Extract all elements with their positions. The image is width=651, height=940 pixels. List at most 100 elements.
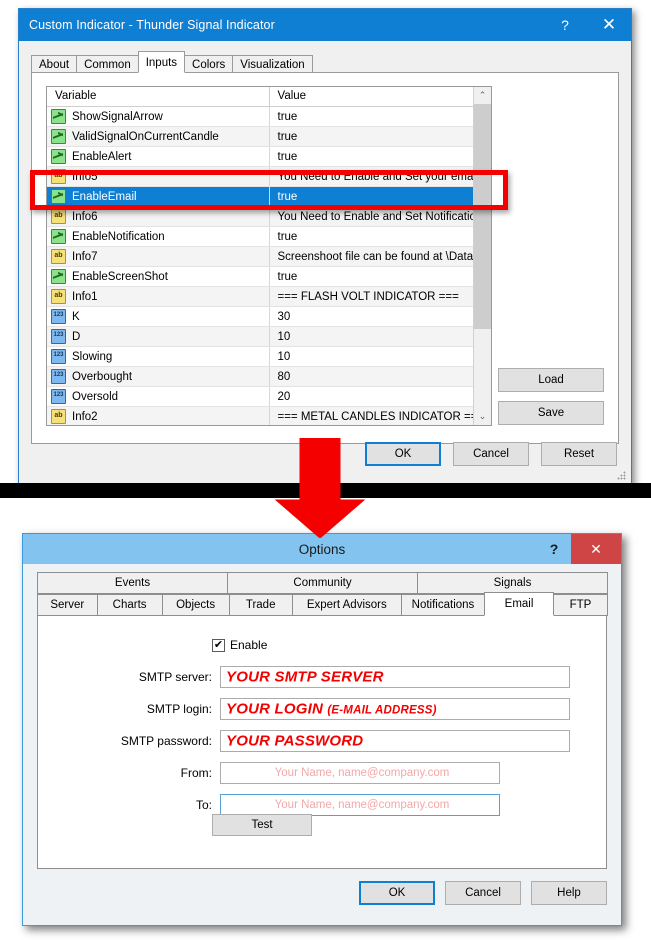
tab-email[interactable]: Email bbox=[484, 592, 554, 616]
tab-trade[interactable]: Trade bbox=[228, 594, 293, 616]
value-cell[interactable]: 10 bbox=[269, 346, 491, 367]
annotation-suffix: (E-MAIL ADDRESS) bbox=[327, 704, 437, 717]
table-row[interactable]: ShowSignalArrow true bbox=[47, 106, 491, 127]
enable-checkbox-row[interactable]: ✔ Enable bbox=[212, 638, 606, 652]
tab-visualization[interactable]: Visualization bbox=[232, 55, 313, 73]
variable-cell[interactable]: ab Info7 bbox=[47, 246, 270, 267]
table-row[interactable]: ab Info2 === METAL CANDLES INDICATOR === bbox=[47, 406, 491, 425]
help-button[interactable]: Help bbox=[531, 881, 607, 905]
value-cell[interactable]: 30 bbox=[269, 306, 491, 327]
close-icon[interactable]: ✕ bbox=[571, 534, 621, 564]
variable-name: EnableScreenShot bbox=[72, 270, 168, 283]
indicator-titlebar-buttons: ? ✕ bbox=[543, 9, 631, 41]
variable-cell[interactable]: 123 K bbox=[47, 306, 270, 327]
table-row[interactable]: 123 D 10 bbox=[47, 326, 491, 347]
table-row[interactable]: ab Info7 Screenshoot file can be found at … bbox=[47, 246, 491, 267]
variable-cell[interactable]: EnableScreenShot bbox=[47, 266, 270, 287]
tab-inputs[interactable]: Inputs bbox=[137, 51, 186, 73]
indicator-footer-buttons: OK Cancel Reset bbox=[365, 442, 617, 466]
table-row[interactable]: 123 K 30 bbox=[47, 306, 491, 327]
ok-button[interactable]: OK bbox=[359, 881, 435, 905]
field-input[interactable]: Your Name, name@company.com bbox=[220, 794, 500, 816]
variable-cell[interactable]: 123 Slowing bbox=[47, 346, 270, 367]
load-button[interactable]: Load bbox=[498, 368, 604, 392]
grid-scrollbar[interactable]: ⌃ ⌄ bbox=[473, 87, 491, 425]
tab-charts[interactable]: Charts bbox=[96, 594, 163, 616]
tab-ftp[interactable]: FTP bbox=[552, 594, 608, 616]
column-header-variable[interactable]: Variable bbox=[47, 87, 270, 107]
value-cell[interactable]: === FLASH VOLT INDICATOR === bbox=[269, 286, 491, 307]
tab-notifications[interactable]: Notifications bbox=[400, 594, 486, 616]
value-cell[interactable]: === METAL CANDLES INDICATOR === bbox=[269, 406, 491, 425]
value-cell[interactable]: true bbox=[269, 226, 491, 247]
variable-cell[interactable]: EnableNotification bbox=[47, 226, 270, 247]
field-input[interactable]: YOUR SMTP SERVER bbox=[220, 666, 570, 688]
enable-checkbox[interactable]: ✔ bbox=[212, 638, 225, 652]
value-cell[interactable]: true bbox=[269, 146, 491, 167]
ok-button[interactable]: OK bbox=[365, 442, 441, 466]
variable-cell[interactable]: ab Info1 bbox=[47, 286, 270, 307]
field-input[interactable]: YOUR LOGIN (E-MAIL ADDRESS) bbox=[220, 698, 570, 720]
variable-cell[interactable]: ValidSignalOnCurrentCandle bbox=[47, 126, 270, 147]
value-cell[interactable]: Screenshoot file can be found at \Data F… bbox=[269, 246, 491, 267]
variable-cell[interactable]: ShowSignalArrow bbox=[47, 106, 270, 127]
value-cell[interactable]: true bbox=[269, 106, 491, 127]
tab-community[interactable]: Community bbox=[227, 572, 418, 594]
variable-name: Info2 bbox=[72, 410, 98, 423]
field-input[interactable]: YOUR PASSWORD bbox=[220, 730, 570, 752]
test-button[interactable]: Test bbox=[212, 814, 312, 836]
table-row[interactable]: 123 Overbought 80 bbox=[47, 366, 491, 387]
tab-common[interactable]: Common bbox=[76, 55, 139, 73]
value-cell[interactable]: 10 bbox=[269, 326, 491, 347]
help-icon[interactable]: ? bbox=[543, 9, 587, 41]
table-row[interactable]: EnableNotification true bbox=[47, 226, 491, 247]
table-row[interactable]: ValidSignalOnCurrentCandle true bbox=[47, 126, 491, 147]
save-button[interactable]: Save bbox=[498, 401, 604, 425]
cancel-button[interactable]: Cancel bbox=[453, 442, 529, 466]
tab-signals[interactable]: Signals bbox=[417, 572, 608, 594]
table-row[interactable]: EnableScreenShot true bbox=[47, 266, 491, 287]
options-tabrow-secondary: Server Charts Objects Trade Expert Advisors N… bbox=[37, 592, 608, 616]
variable-name: D bbox=[72, 330, 81, 343]
value-cell[interactable]: true bbox=[269, 266, 491, 287]
tab-about[interactable]: About bbox=[31, 55, 78, 73]
variable-name: ShowSignalArrow bbox=[72, 110, 163, 123]
annotation-text: YOUR PASSWORD bbox=[226, 733, 363, 750]
resize-grip[interactable] bbox=[617, 471, 627, 481]
table-row[interactable]: 123 Oversold 20 bbox=[47, 386, 491, 407]
value-cell[interactable]: true bbox=[269, 126, 491, 147]
variable-cell[interactable]: ab Info2 bbox=[47, 406, 270, 425]
variables-table: Variable Value ShowSignalArrow true ValidS… bbox=[47, 87, 491, 425]
value-cell[interactable]: 80 bbox=[269, 366, 491, 387]
variable-cell[interactable]: 123 D bbox=[47, 326, 270, 347]
value-cell[interactable]: 20 bbox=[269, 386, 491, 407]
close-icon[interactable]: ✕ bbox=[587, 9, 631, 41]
table-row[interactable]: EnableAlert true bbox=[47, 146, 491, 167]
field-input[interactable]: Your Name, name@company.com bbox=[220, 762, 500, 784]
tab-objects[interactable]: Objects bbox=[161, 594, 230, 616]
scroll-up-icon[interactable]: ⌃ bbox=[474, 87, 491, 104]
table-row[interactable]: ab Info1 === FLASH VOLT INDICATOR === bbox=[47, 286, 491, 307]
variable-name: Info6 bbox=[72, 210, 98, 223]
tab-expert-advisors[interactable]: Expert Advisors bbox=[291, 594, 402, 616]
field-placeholder: Your Name, name@company.com bbox=[274, 767, 450, 779]
variable-cell[interactable]: 123 Overbought bbox=[47, 366, 270, 387]
scrollbar-thumb[interactable] bbox=[474, 104, 491, 329]
variable-cell[interactable]: EnableAlert bbox=[47, 146, 270, 167]
column-header-value[interactable]: Value bbox=[269, 87, 491, 107]
annotation-text: YOUR LOGIN (E-MAIL ADDRESS) bbox=[226, 701, 437, 718]
scrollbar-track[interactable] bbox=[474, 104, 491, 408]
options-tabstrip: Events Community Signals Server Charts Objec… bbox=[37, 572, 608, 616]
tab-server[interactable]: Server bbox=[37, 594, 98, 616]
help-icon[interactable]: ? bbox=[537, 534, 571, 564]
scroll-down-icon[interactable]: ⌄ bbox=[474, 408, 491, 425]
table-row[interactable]: 123 Slowing 10 bbox=[47, 346, 491, 367]
inputs-grid[interactable]: Variable Value ShowSignalArrow true ValidS… bbox=[46, 86, 492, 426]
indicator-tabstrip: About Common Inputs Colors Visualization bbox=[31, 51, 313, 73]
variable-cell[interactable]: 123 Oversold bbox=[47, 386, 270, 407]
field-row: From: Your Name, name@company.com bbox=[94, 762, 606, 784]
tab-events[interactable]: Events bbox=[37, 572, 228, 594]
reset-button[interactable]: Reset bbox=[541, 442, 617, 466]
cancel-button[interactable]: Cancel bbox=[445, 881, 521, 905]
tab-colors[interactable]: Colors bbox=[184, 55, 234, 73]
